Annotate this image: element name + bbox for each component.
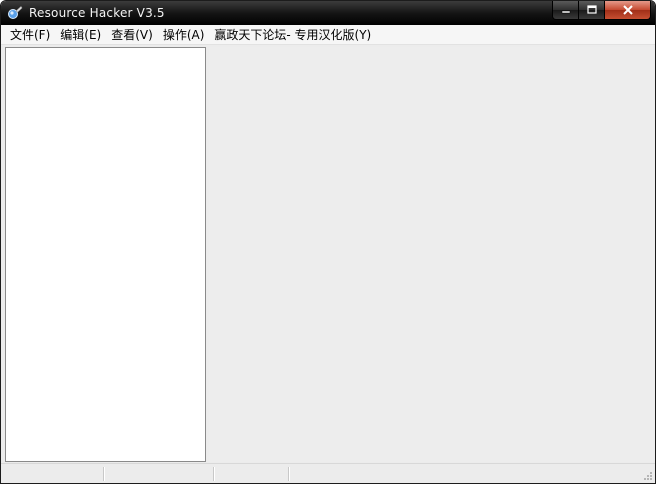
caption-buttons [552, 1, 651, 20]
menu-bar: 文件(F) 编辑(E) 查看(V) 操作(A) 赢政天下论坛- 专用汉化版(Y) [1, 25, 655, 45]
close-button[interactable] [605, 1, 650, 19]
resize-grip-icon[interactable] [641, 469, 653, 481]
minimize-icon [561, 10, 570, 14]
title-bar[interactable]: Resource Hacker V3.5 [1, 1, 655, 25]
resource-hacker-app-icon[interactable] [7, 5, 23, 21]
minimize-button[interactable] [553, 1, 579, 19]
status-bar [1, 463, 655, 483]
menu-file[interactable]: 文件(F) [5, 26, 55, 44]
resource-hacker-window: Resource Hacker V3.5 文件(F) 编辑(E) 查看(V) 操… [0, 0, 656, 484]
status-separator [103, 467, 104, 481]
menu-view[interactable]: 查看(V) [106, 26, 158, 44]
resource-tree-pane[interactable] [5, 47, 206, 462]
menu-forum[interactable]: 赢政天下论坛- 专用汉化版(Y) [209, 26, 376, 44]
menu-action[interactable]: 操作(A) [158, 26, 210, 44]
maximize-icon [586, 5, 597, 14]
menu-edit[interactable]: 编辑(E) [55, 26, 106, 44]
window-title: Resource Hacker V3.5 [29, 6, 165, 20]
status-separator [213, 467, 214, 481]
resource-view-pane[interactable] [209, 47, 655, 462]
close-icon [622, 5, 633, 15]
status-separator [288, 467, 289, 481]
maximize-button[interactable] [579, 1, 605, 19]
